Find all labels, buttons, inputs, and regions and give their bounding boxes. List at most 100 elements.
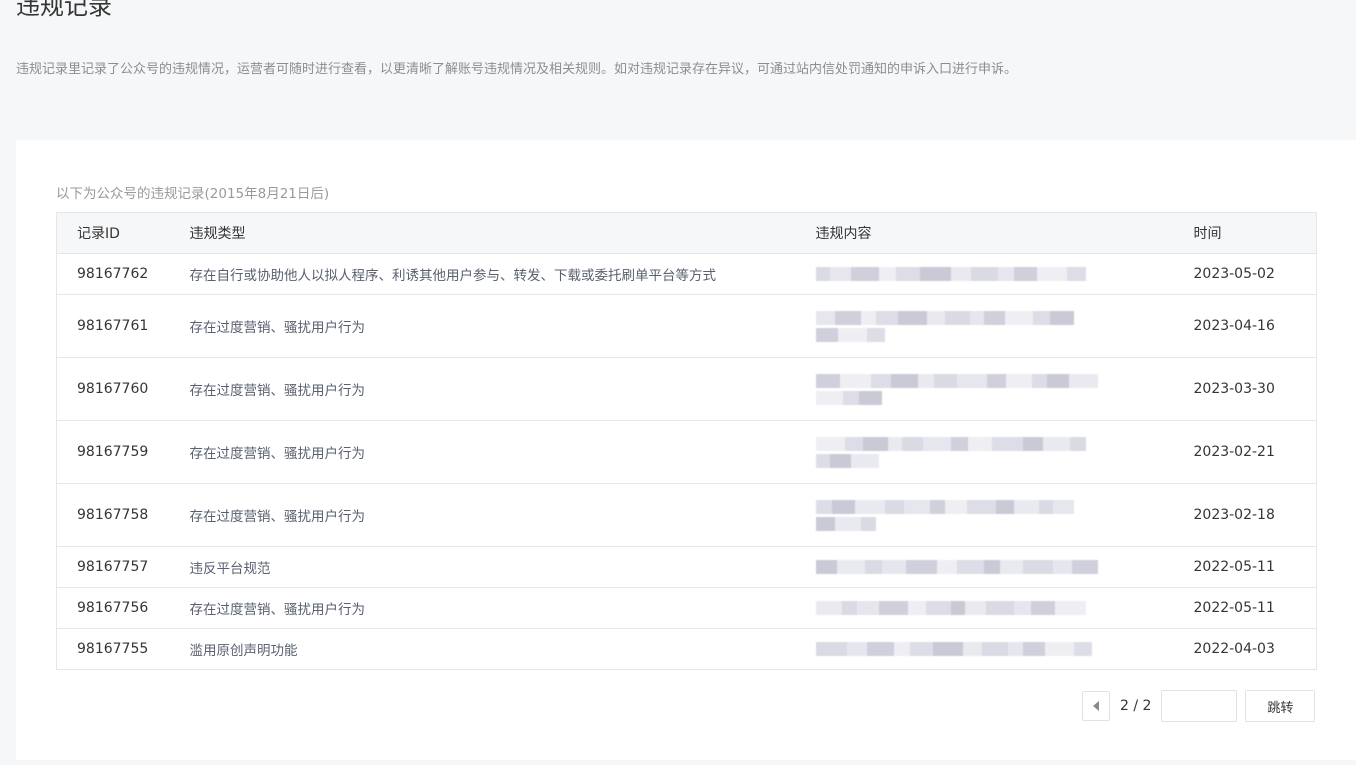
- redacted-block: [815, 516, 835, 531]
- redacted-block: [878, 601, 908, 615]
- redacted-line: [815, 560, 1116, 574]
- redacted-line: [815, 601, 1116, 615]
- redacted-block: [815, 499, 832, 514]
- redacted-block: [999, 560, 1023, 574]
- redacted-block: [903, 499, 930, 514]
- redacted-block: [1005, 373, 1032, 388]
- redacted-block: [1071, 560, 1098, 574]
- record-id: 98167757: [56, 546, 190, 588]
- redacted-block: [925, 601, 951, 615]
- redacted-block: [1013, 267, 1037, 281]
- table-row: 98167759 存在过度营销、骚扰用户行为 2023-02-21: [56, 420, 1317, 484]
- redacted-line: [815, 373, 1116, 388]
- header-record-id: 记录ID: [56, 212, 190, 254]
- record-time: 2022-05-11: [1193, 546, 1317, 588]
- redacted-block: [1044, 642, 1074, 656]
- violation-content-redacted: [815, 483, 1194, 547]
- redacted-block: [831, 499, 855, 514]
- redacted-block: [932, 642, 963, 656]
- redacted-block: [884, 499, 904, 514]
- record-id: 98167760: [56, 357, 190, 421]
- redacted-block: [834, 310, 861, 325]
- redacted-block: [969, 310, 984, 325]
- record-time: 2022-04-03: [1193, 628, 1317, 670]
- table-row: 98167762 存在自行或协助他人以拟人程序、利诱其他用户参与、转发、下载或委…: [56, 253, 1317, 295]
- redacted-block: [936, 560, 957, 574]
- redacted-block: [836, 560, 865, 574]
- redacted-block: [997, 267, 1014, 281]
- redacted-line: [815, 499, 1116, 514]
- redacted-block: [1052, 499, 1074, 514]
- violation-type: 存在过度营销、骚扰用户行为: [189, 294, 816, 358]
- jump-button[interactable]: 跳转: [1245, 690, 1316, 722]
- page-indicator: 2 / 2: [1120, 698, 1152, 714]
- redacted-block: [986, 373, 1006, 388]
- header-violation-content: 违规内容: [815, 212, 1194, 254]
- redacted-block: [981, 642, 1008, 656]
- redacted-block: [1069, 436, 1086, 451]
- violation-type: 存在过度营销、骚扰用户行为: [189, 420, 816, 484]
- record-time: 2023-02-18: [1193, 483, 1317, 547]
- redacted-block: [881, 560, 906, 574]
- table-row: 98167761 存在过度营销、骚扰用户行为 2023-04-16: [56, 294, 1317, 358]
- redacted-block: [1042, 436, 1070, 451]
- redacted-block: [926, 310, 945, 325]
- redacted-block: [815, 436, 845, 451]
- redacted-block: [1054, 601, 1086, 615]
- redacted-block: [983, 310, 1005, 325]
- redacted-block: [991, 436, 1023, 451]
- redacted-block: [856, 601, 879, 615]
- redacted-block: [850, 453, 879, 468]
- redacted-block: [966, 499, 996, 514]
- jump-page-input[interactable]: [1161, 690, 1238, 722]
- redacted-block: [1046, 373, 1069, 388]
- redacted-block: [887, 436, 902, 451]
- redacted-block: [909, 642, 933, 656]
- redacted-block: [858, 390, 882, 405]
- violation-type: 存在自行或协助他人以拟人程序、利诱其他用户参与、转发、下载或委托刷单平台等方式: [189, 253, 816, 295]
- redacted-block: [1013, 499, 1039, 514]
- record-id: 98167755: [56, 628, 190, 670]
- prev-page-button[interactable]: [1082, 691, 1110, 721]
- redacted-block: [1022, 642, 1045, 656]
- redacted-block: [834, 516, 861, 531]
- record-id: 98167761: [56, 294, 190, 358]
- redacted-block: [905, 560, 937, 574]
- record-time: 2023-02-21: [1193, 420, 1317, 484]
- record-time: 2023-04-16: [1193, 294, 1317, 358]
- redacted-line: [815, 310, 1116, 325]
- record-id: 98167758: [56, 483, 190, 547]
- redacted-block: [815, 310, 835, 325]
- redacted-block: [829, 267, 851, 281]
- redacted-line: [815, 390, 1116, 405]
- table-row: 98167755 滥用原创声明功能 2022-04-03: [56, 628, 1317, 670]
- violation-content-redacted: [815, 253, 1194, 295]
- table-row: 98167756 存在过度营销、骚扰用户行为 2022-05-11: [56, 587, 1317, 629]
- redacted-block: [983, 560, 1000, 574]
- violation-type: 违反平台规范: [189, 546, 816, 588]
- redacted-block: [944, 310, 970, 325]
- redacted-block: [1049, 310, 1074, 325]
- redacted-line: [815, 642, 1116, 656]
- pagination: 2 / 2 跳转: [1082, 690, 1316, 722]
- page-description: 违规记录里记录了公众号的违规情况，运营者可随时进行查看，以更清晰了解账号违规情况…: [16, 62, 1018, 77]
- redacted-block: [985, 601, 1014, 615]
- redacted-block: [864, 560, 882, 574]
- table-header-row: 记录ID 违规类型 违规内容 时间: [56, 212, 1317, 254]
- redacted-block: [866, 642, 894, 656]
- redacted-block: [860, 516, 876, 531]
- redacted-block: [1073, 642, 1092, 656]
- redacted-block: [950, 436, 968, 451]
- redacted-block: [964, 601, 986, 615]
- record-id: 98167756: [56, 587, 190, 629]
- redacted-block: [1022, 560, 1053, 574]
- violation-type: 存在过度营销、骚扰用户行为: [189, 357, 816, 421]
- violation-type: 滥用原创声明功能: [189, 628, 816, 670]
- violation-content-redacted: [815, 294, 1194, 358]
- redacted-block: [1030, 601, 1055, 615]
- redacted-block: [815, 373, 840, 388]
- violation-type: 存在过度营销、骚扰用户行为: [189, 587, 816, 629]
- redacted-block: [1013, 601, 1031, 615]
- table-row: 98167760 存在过度营销、骚扰用户行为 2023-03-30: [56, 357, 1317, 421]
- redacted-block: [1036, 267, 1067, 281]
